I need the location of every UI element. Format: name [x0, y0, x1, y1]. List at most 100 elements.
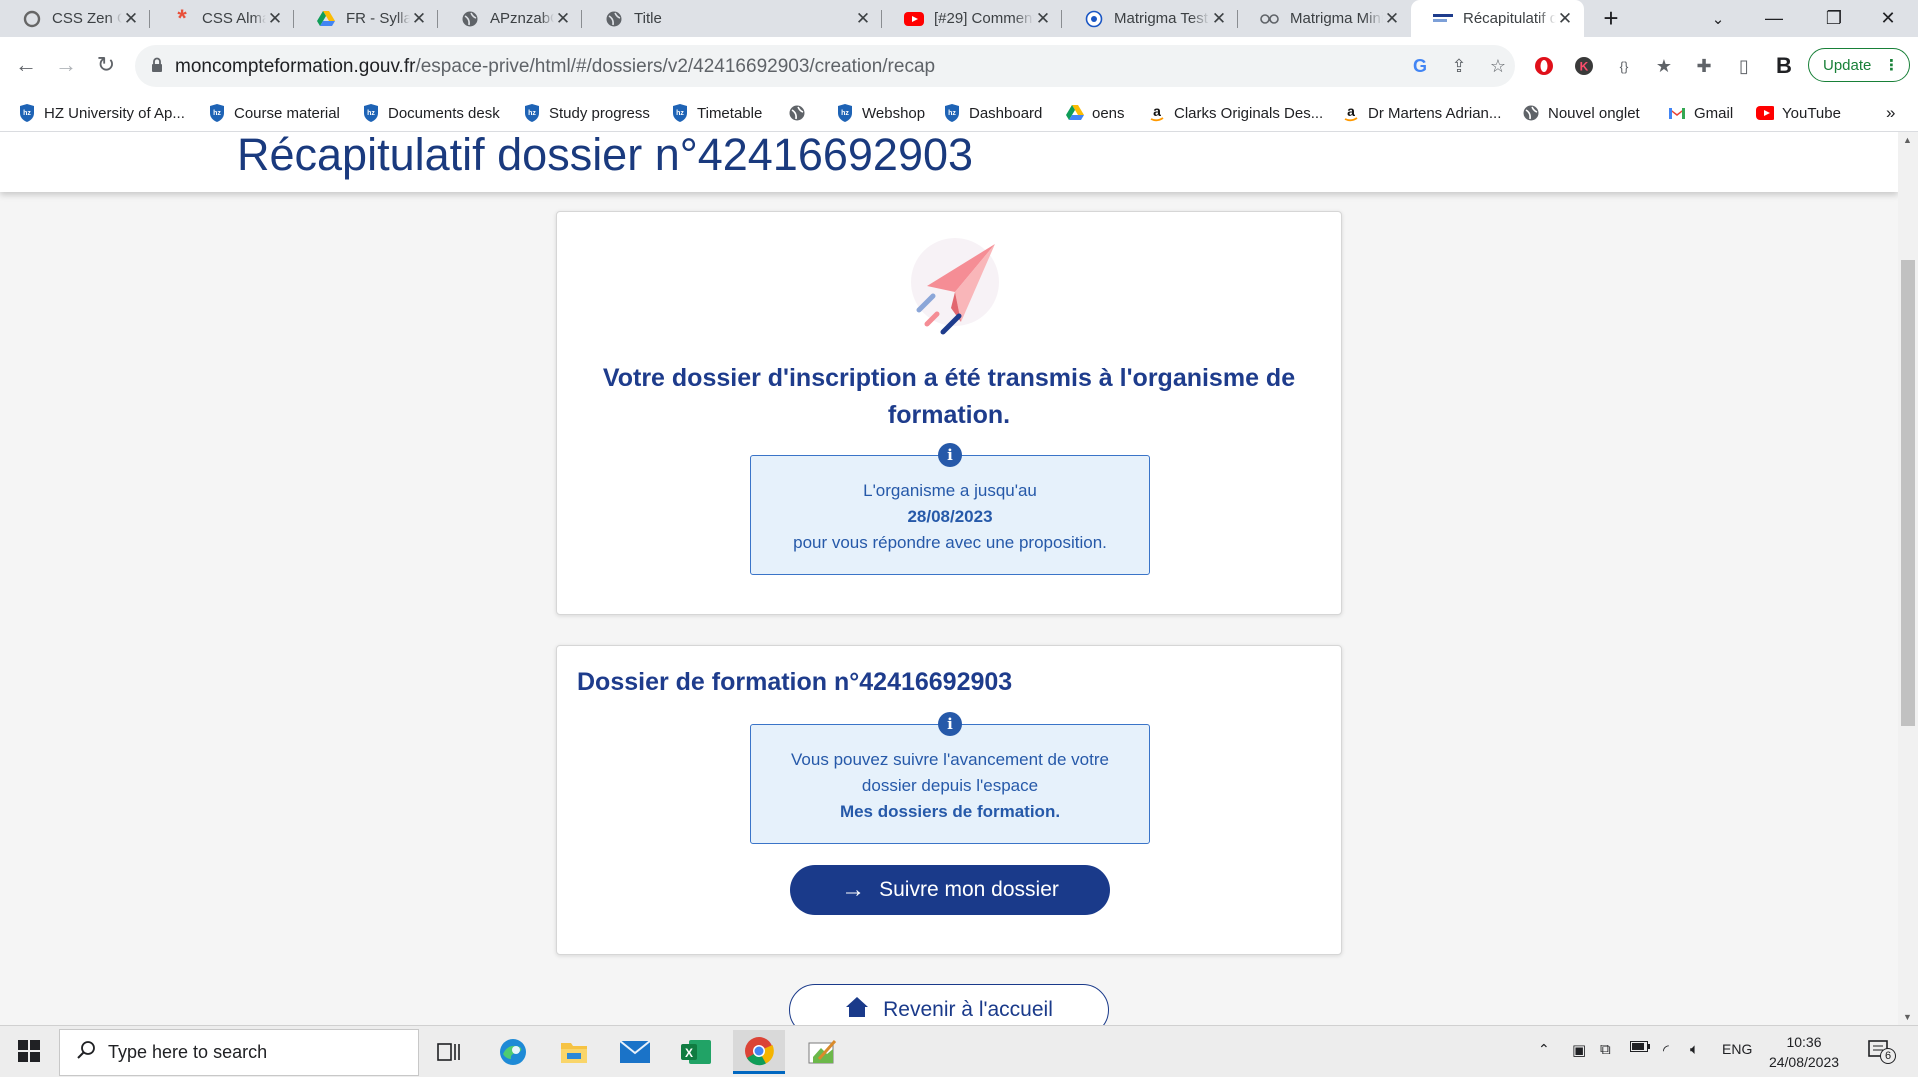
close-tab-icon[interactable]: ✕ — [854, 9, 872, 29]
json-extension-icon[interactable]: {} — [1611, 53, 1637, 79]
edge-icon[interactable] — [487, 1030, 539, 1074]
meet-now-icon[interactable]: ▣ — [1572, 1041, 1586, 1059]
close-tab-icon[interactable]: ✕ — [1034, 9, 1052, 29]
home-button[interactable]: Revenir à l'accueil — [789, 984, 1109, 1025]
clock-time: 10:36 — [1786, 1034, 1822, 1050]
volume-icon[interactable]: 🔈︎ — [1690, 1041, 1699, 1058]
windows-start-icon[interactable] — [18, 1040, 40, 1067]
tracking-text: Vous pouvez suivre l'avancement de votre… — [791, 750, 1109, 795]
notification-count: 6 — [1880, 1048, 1896, 1064]
bookmark-item[interactable]: hz Webshop — [836, 102, 925, 124]
tab-recapitulatif[interactable]: Récapitulatif dossier ✕ — [1411, 0, 1584, 37]
file-explorer-icon[interactable] — [548, 1030, 600, 1074]
url-domain: moncompteformation.gouv.fr — [175, 56, 416, 77]
confirmation-message: Votre dossier d'inscription a été transm… — [602, 364, 1296, 429]
bookmark-item[interactable]: hz HZ University of Ap... — [18, 102, 185, 124]
side-panel-icon[interactable]: ▯ — [1731, 53, 1757, 79]
mcf-icon — [1433, 9, 1453, 29]
close-tab-icon[interactable]: ✕ — [1556, 9, 1574, 29]
bookmark-item[interactable]: Nouvel onglet — [1522, 102, 1640, 124]
follow-dossier-button[interactable]: → Suivre mon dossier — [790, 865, 1110, 915]
url-path: /espace-prive/html/#/dossiers/v2/4241669… — [415, 56, 936, 77]
opera-extension-icon[interactable] — [1531, 53, 1557, 79]
kebab-menu-icon: ⋮ — [1884, 57, 1899, 74]
bookmark-item[interactable]: Gmail — [1668, 102, 1733, 124]
hz-shield-icon: hz — [362, 104, 380, 122]
puzzle-icon[interactable]: ✚ — [1691, 53, 1717, 79]
screen-record-icon[interactable]: ⧉ — [1600, 1041, 1611, 1058]
minimize-button[interactable]: — — [1744, 0, 1804, 37]
bookmark-item[interactable]: oens — [1066, 102, 1125, 124]
bookmark-item[interactable] — [788, 102, 814, 124]
svg-text:a: a — [1153, 104, 1161, 119]
wifi-icon[interactable]: ◜ — [1663, 1041, 1669, 1059]
language-indicator[interactable]: ENG — [1722, 1041, 1752, 1057]
bookmark-item[interactable]: hz Study progress — [523, 102, 650, 124]
notification-icon[interactable]: 6 — [1868, 1040, 1896, 1067]
share-icon[interactable]: ⇪ — [1446, 53, 1472, 79]
windows-taskbar: Type here to search X ⌃ ▣ ⧉ ◜ 🔈︎ ENG 10:… — [0, 1025, 1918, 1077]
svg-text:hz: hz — [213, 110, 221, 117]
clock[interactable]: 10:36 24/08/2023 — [1768, 1032, 1840, 1072]
battery-icon[interactable] — [1630, 1041, 1650, 1052]
profile-avatar[interactable]: B — [1771, 53, 1797, 79]
mail-icon[interactable] — [609, 1030, 661, 1074]
excel-icon[interactable]: X — [670, 1030, 722, 1074]
scroll-up-icon[interactable]: ▲ — [1903, 135, 1912, 145]
globe-icon — [788, 104, 806, 122]
update-button[interactable]: Update ⋮ — [1808, 48, 1910, 82]
close-tab-icon[interactable]: ✕ — [266, 9, 284, 29]
back-button[interactable]: ← — [10, 49, 42, 81]
task-view-icon[interactable] — [423, 1030, 475, 1074]
address-bar[interactable]: moncompteformation.gouv.fr/espace-prive/… — [135, 45, 1515, 87]
close-tab-icon[interactable]: ✕ — [554, 9, 572, 29]
close-tab-icon[interactable]: ✕ — [1210, 9, 1228, 29]
new-tab-button[interactable]: + — [1585, 0, 1637, 37]
bookmark-item[interactable]: hz Dashboard — [943, 102, 1042, 124]
google-translate-icon[interactable]: G — [1407, 53, 1433, 79]
tab-title[interactable]: Title ✕ — [582, 0, 882, 37]
close-tab-icon[interactable]: ✕ — [410, 9, 428, 29]
forward-button[interactable]: → — [50, 49, 82, 81]
tab-css-zen-garden[interactable]: CSS Zen Garden: The Beauty of CSS Design… — [0, 0, 150, 37]
taskbar-search-box[interactable]: Type here to search — [59, 1029, 419, 1076]
scrollbar-thumb[interactable] — [1901, 260, 1915, 726]
bookmark-item[interactable]: a Dr Martens Adrian... — [1342, 102, 1501, 124]
k-extension-icon[interactable]: K — [1571, 53, 1597, 79]
scroll-down-icon[interactable]: ▼ — [1903, 1012, 1912, 1022]
chrome-icon[interactable] — [733, 1030, 785, 1074]
clock-date: 24/08/2023 — [1768, 1054, 1840, 1070]
bookmark-item[interactable]: hz Documents desk — [362, 102, 500, 124]
tab-fr-syllabus[interactable]: FR - Syllabus FR ✕ — [294, 0, 438, 37]
bookmarks-overflow-button[interactable]: » — [1886, 102, 1895, 124]
star-extension-icon[interactable]: ★ — [1651, 53, 1677, 79]
bookmark-item[interactable]: hz Course material — [208, 102, 340, 124]
svg-text:hz: hz — [841, 110, 849, 117]
page-title: Récapitulatif dossier n°42416692903 — [237, 132, 974, 180]
mes-dossiers-link[interactable]: Mes dossiers de formation. — [765, 799, 1135, 825]
lock-icon[interactable] — [151, 57, 163, 78]
reload-button[interactable]: ↻ — [90, 49, 122, 81]
tray-chevron-icon[interactable]: ⌃ — [1538, 1041, 1550, 1058]
tab-search-icon[interactable]: ⌄ — [1688, 0, 1748, 37]
page-viewport: Récapitulatif dossier n°42416692903 Votr… — [0, 132, 1898, 1025]
search-icon — [76, 1040, 96, 1065]
bookmark-item[interactable]: hz Timetable — [671, 102, 762, 124]
tab-matrigma-mini[interactable]: Matrigma Mini ✕ — [1238, 0, 1411, 37]
tab-apznzab[interactable]: APznzabGMuF ✕ — [438, 0, 582, 37]
restore-button[interactable]: ❐ — [1804, 0, 1864, 37]
bookmark-item[interactable]: YouTube — [1756, 102, 1841, 124]
svg-text:K: K — [1580, 60, 1589, 74]
tab-youtube-comments[interactable]: [#29] Commentaires ✕ — [882, 0, 1062, 37]
close-tab-icon[interactable]: ✕ — [1383, 9, 1401, 29]
paint-icon[interactable] — [796, 1030, 848, 1074]
browser-toolbar: ← → ↻ moncompteformation.gouv.fr/espace-… — [0, 37, 1918, 94]
close-tab-icon[interactable]: ✕ — [122, 9, 140, 29]
css-tricks-icon: * — [177, 4, 187, 32]
tab-css-almanac[interactable]: * CSS Almanac | CSS-Tricks ✕ — [150, 0, 294, 37]
bookmark-item[interactable]: a Clarks Originals Des... — [1148, 102, 1323, 124]
page-scrollbar[interactable]: ▲ ▼ — [1898, 132, 1918, 1025]
close-window-button[interactable]: ✕ — [1858, 0, 1918, 37]
tab-matrigma-test[interactable]: Matrigma Test ✕ — [1062, 0, 1238, 37]
bookmark-star-icon[interactable]: ☆ — [1485, 53, 1511, 79]
